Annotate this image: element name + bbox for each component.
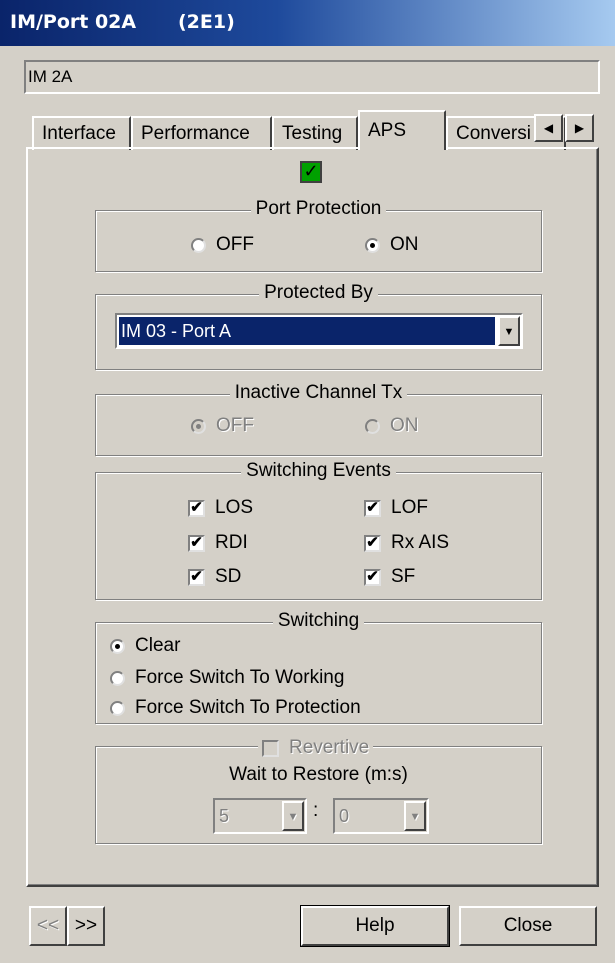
event-los-label: LOS xyxy=(215,497,254,518)
port-protection-group: Port Protection xyxy=(95,198,542,272)
tab-strip: Interface Performance Testing APS Conver… xyxy=(26,110,599,150)
radio-off-icon xyxy=(191,418,206,434)
tab-interface[interactable]: Interface xyxy=(32,116,131,150)
inactive-channel-off-radio[interactable]: OFF xyxy=(191,415,254,437)
restore-minutes-select[interactable]: 5 ▼ xyxy=(213,798,307,834)
tab-aps[interactable]: APS xyxy=(358,110,446,150)
checkmark-icon: ✔ xyxy=(364,499,381,517)
event-rdi-label: RDI xyxy=(215,532,248,553)
protected-by-select[interactable]: IM 03 - Port A ▼ xyxy=(115,313,523,349)
protected-by-value: IM 03 - Port A xyxy=(119,317,495,345)
chevron-down-icon[interactable]: ▼ xyxy=(282,801,304,831)
tab-scroll-buttons: ◀ ▶ xyxy=(534,114,596,142)
close-button[interactable]: Close xyxy=(459,906,597,946)
revertive-label: Revertive xyxy=(289,737,370,758)
window-code: (2E1) xyxy=(178,11,235,33)
help-button[interactable]: Help xyxy=(300,905,450,947)
switching-force-protection-radio[interactable]: Force Switch To Protection xyxy=(110,697,361,719)
checkmark-icon: ✔ xyxy=(188,499,205,517)
radio-selected-icon xyxy=(110,638,125,654)
port-protection-off-radio[interactable]: OFF xyxy=(191,234,254,256)
event-rx-ais-checkbox[interactable]: ✔ Rx AIS xyxy=(364,532,449,554)
switching-events-group: Switching Events xyxy=(95,460,542,600)
previous-port-button[interactable]: << xyxy=(29,906,67,946)
event-lof-checkbox[interactable]: ✔ LOF xyxy=(364,497,428,519)
event-lof-label: LOF xyxy=(391,497,428,518)
port-name-field[interactable]: IM 2A xyxy=(24,60,600,94)
checkmark-icon: ✔ xyxy=(188,534,205,552)
port-protection-on-label: ON xyxy=(390,234,419,255)
wait-to-restore-label: Wait to Restore (m:s) xyxy=(229,764,408,785)
restore-seconds-select[interactable]: 0 ▼ xyxy=(333,798,429,834)
restore-seconds-value: 0 xyxy=(339,806,350,826)
revertive-checkbox[interactable]: Revertive xyxy=(258,737,374,759)
tab-testing[interactable]: Testing xyxy=(272,116,358,150)
switching-clear-label: Clear xyxy=(135,635,181,656)
radio-icon xyxy=(110,670,125,686)
inactive-channel-on-radio[interactable]: ON xyxy=(365,415,419,437)
checkmark-icon: ✔ xyxy=(188,568,205,586)
checkbox-empty-icon xyxy=(262,739,279,757)
inactive-channel-group: Inactive Channel Tx xyxy=(95,382,542,456)
event-los-checkbox[interactable]: ✔ LOS xyxy=(188,497,253,519)
event-rdi-checkbox[interactable]: ✔ RDI xyxy=(188,532,248,554)
checkmark-icon: ✔ xyxy=(364,534,381,552)
switching-force-protection-label: Force Switch To Protection xyxy=(135,697,361,718)
time-separator: : xyxy=(313,800,319,821)
inactive-channel-on-label: ON xyxy=(390,415,419,436)
tab-scroll-left-icon[interactable]: ◀ xyxy=(534,114,563,142)
restore-minutes-value: 5 xyxy=(219,806,230,826)
event-sd-checkbox[interactable]: ✔ SD xyxy=(188,566,241,588)
switching-force-working-radio[interactable]: Force Switch To Working xyxy=(110,667,344,689)
event-sf-checkbox[interactable]: ✔ SF xyxy=(364,566,415,588)
radio-icon xyxy=(110,700,125,716)
chevron-down-icon[interactable]: ▼ xyxy=(404,801,426,831)
revertive-group xyxy=(95,746,542,844)
window-title: IM/Port 02A xyxy=(10,11,137,33)
switching-clear-radio[interactable]: Clear xyxy=(110,635,180,657)
radio-on-icon xyxy=(365,418,380,434)
tab-scroll-right-icon[interactable]: ▶ xyxy=(565,114,594,142)
next-port-button[interactable]: >> xyxy=(67,906,105,946)
chevron-down-icon[interactable]: ▼ xyxy=(498,316,520,346)
radio-on-icon xyxy=(365,237,380,253)
inactive-channel-off-label: OFF xyxy=(216,415,254,436)
switching-force-working-label: Force Switch To Working xyxy=(135,667,345,688)
port-protection-off-label: OFF xyxy=(216,234,254,255)
checkmark-icon: ✔ xyxy=(364,568,381,586)
event-rx-ais-label: Rx AIS xyxy=(391,532,450,553)
aps-enable-checkbox[interactable]: ✓ xyxy=(300,161,322,183)
radio-off-icon xyxy=(191,237,206,253)
event-sd-label: SD xyxy=(215,566,242,587)
tab-performance[interactable]: Performance xyxy=(131,116,272,150)
title-bar[interactable]: IM/Port 02A (2E1) xyxy=(0,0,615,46)
port-protection-on-radio[interactable]: ON xyxy=(365,234,419,256)
event-sf-label: SF xyxy=(391,566,416,587)
